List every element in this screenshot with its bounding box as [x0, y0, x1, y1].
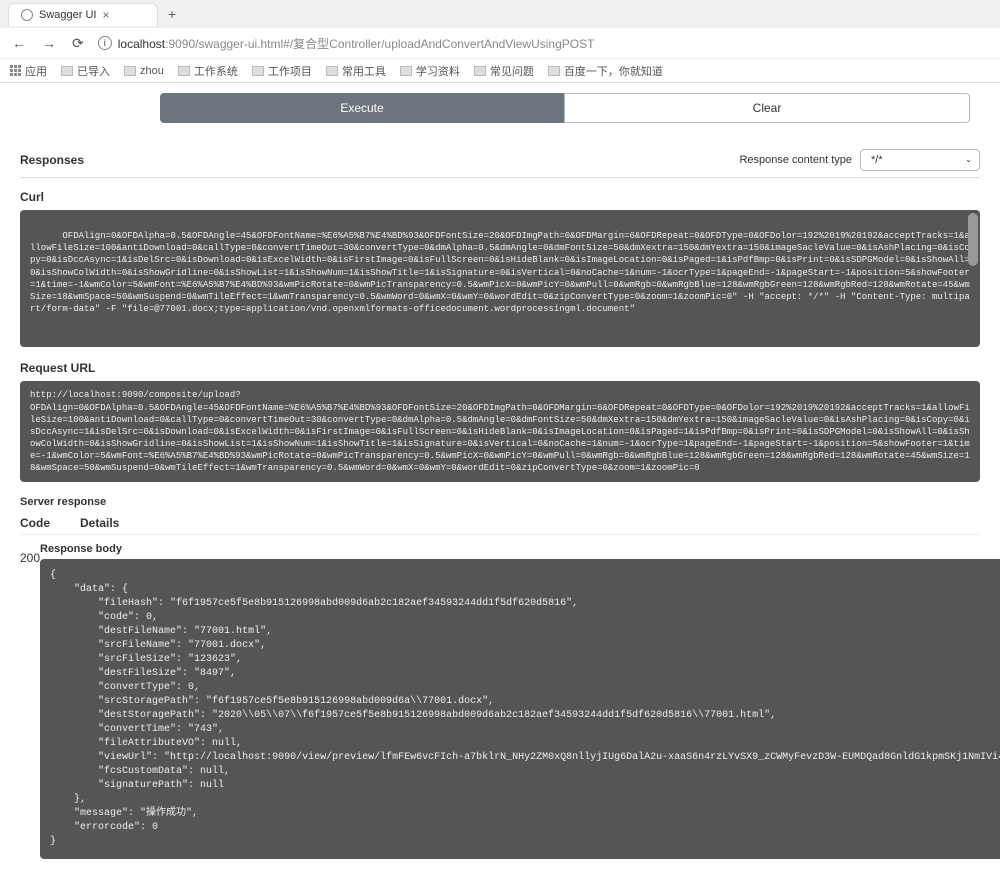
folder-icon — [124, 66, 136, 76]
forward-button[interactable]: → — [40, 35, 58, 51]
folder-icon — [474, 66, 486, 76]
folder-icon — [61, 66, 73, 76]
apps-button[interactable]: 应用 — [10, 63, 47, 79]
url-text: localhost:9090/swagger-ui.html#/复合型Contr… — [118, 35, 595, 52]
tab-bar: Swagger UI × + — [0, 0, 1000, 28]
scrollbar[interactable] — [968, 213, 978, 344]
response-body-label: Response body — [40, 543, 1000, 555]
folder-icon — [400, 66, 412, 76]
request-url-label: Request URL — [20, 361, 980, 375]
tab-close-icon[interactable]: × — [102, 8, 109, 22]
bookmark-item[interactable]: 学习资料 — [400, 63, 460, 79]
response-row: 200 Response body { "data": { "fileHash"… — [20, 543, 980, 859]
curl-block[interactable]: OFDAlign=0&OFDAlpha=0.5&OFDAngle=45&OFDF… — [20, 210, 980, 347]
tab-title: Swagger UI — [39, 9, 96, 21]
bookmarks-bar: 应用 已导入 zhou 工作系统 工作项目 常用工具 学习资料 常见问题 百度一… — [0, 58, 1000, 82]
page-content: Execute Clear Responses Response content… — [0, 83, 1000, 869]
bookmark-item[interactable]: 工作系统 — [178, 63, 238, 79]
curl-label: Curl — [20, 190, 980, 204]
server-response-label: Server response — [20, 496, 980, 508]
folder-icon — [548, 66, 560, 76]
bookmark-item[interactable]: 已导入 — [61, 63, 110, 79]
apps-grid-icon — [10, 65, 21, 76]
bookmark-item[interactable]: zhou — [124, 65, 164, 77]
browser-tab[interactable]: Swagger UI × — [8, 3, 158, 26]
folder-icon — [326, 66, 338, 76]
new-tab-button[interactable]: + — [158, 6, 186, 22]
folder-icon — [178, 66, 190, 76]
bookmark-item[interactable]: 工作项目 — [252, 63, 312, 79]
bookmark-item[interactable]: 常用工具 — [326, 63, 386, 79]
responses-title: Responses — [20, 153, 84, 167]
back-button[interactable]: ← — [10, 35, 28, 51]
details-header: Details — [80, 516, 980, 530]
execute-button[interactable]: Execute — [160, 93, 564, 123]
nav-bar: ← → ⟳ i localhost:9090/swagger-ui.html#/… — [0, 28, 1000, 58]
content-type-selector: Response content type */* ⌄ — [739, 149, 980, 171]
tab-favicon — [21, 9, 33, 21]
action-buttons: Execute Clear — [20, 93, 980, 123]
content-type-label: Response content type — [739, 154, 852, 166]
response-headers: Code Details — [20, 516, 980, 535]
responses-header: Responses Response content type */* ⌄ — [20, 143, 980, 178]
status-code: 200 — [20, 543, 40, 859]
bookmark-item[interactable]: 百度一下，你就知道 — [548, 63, 663, 79]
browser-chrome: Swagger UI × + ← → ⟳ i localhost:9090/sw… — [0, 0, 1000, 83]
clear-button[interactable]: Clear — [564, 93, 970, 123]
content-type-dropdown[interactable]: */* — [860, 149, 980, 171]
response-body-block[interactable]: { "data": { "fileHash": "f6f1957ce5f5e8b… — [40, 559, 1000, 859]
url-bar[interactable]: i localhost:9090/swagger-ui.html#/复合型Con… — [98, 35, 990, 52]
site-info-icon[interactable]: i — [98, 36, 112, 50]
folder-icon — [252, 66, 264, 76]
bookmark-item[interactable]: 常见问题 — [474, 63, 534, 79]
request-url-block[interactable]: http://localhost:9090/composite/upload? … — [20, 381, 980, 482]
code-header: Code — [20, 516, 80, 530]
reload-button[interactable]: ⟳ — [70, 35, 86, 52]
